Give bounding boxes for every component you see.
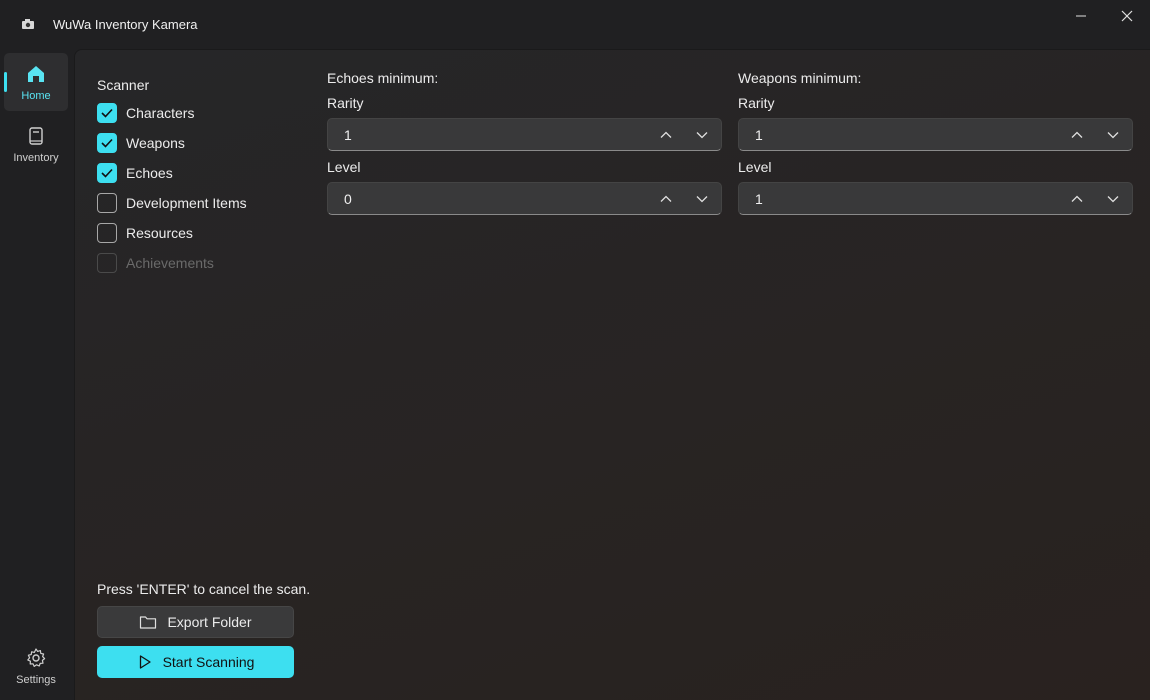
camera-icon [21,17,35,29]
weapons-level-stepper[interactable]: 1 [738,182,1133,215]
chevron-down-icon[interactable] [695,192,709,206]
checkbox-box[interactable] [97,193,117,213]
checkbox-box [97,253,117,273]
checkbox-label: Characters [126,105,195,121]
checkbox-achievements: Achievements [97,252,214,274]
close-icon [1121,10,1133,22]
export-folder-label: Export Folder [167,614,252,630]
chevron-up-icon[interactable] [659,128,673,142]
checkbox-box[interactable] [97,223,117,243]
checkbox-box[interactable] [97,103,117,123]
weapons-level-label: Level [738,159,772,175]
chevron-up-icon[interactable] [659,192,673,206]
chevron-down-icon[interactable] [1106,128,1120,142]
book-icon [29,127,43,145]
checkbox-label: Achievements [126,255,214,271]
checkbox-label: Resources [126,225,193,241]
nav-item-settings[interactable]: Settings [4,637,68,695]
weapons-rarity-stepper[interactable]: 1 [738,118,1133,151]
minimize-button[interactable] [1058,0,1104,32]
active-indicator [4,72,7,92]
checkmark-icon [101,108,113,118]
nav-item-home[interactable]: Home [4,53,68,111]
nav-item-inventory[interactable]: Inventory [4,115,68,173]
checkbox-resources[interactable]: Resources [97,222,193,244]
nav-label-settings: Settings [16,674,56,686]
checkbox-label: Development Items [126,195,247,211]
close-button[interactable] [1104,0,1150,32]
checkmark-icon [101,168,113,178]
weapons-rarity-label: Rarity [738,95,775,111]
weapons-minimum-heading: Weapons minimum: [738,70,862,86]
nav-label-home: Home [21,90,51,102]
start-scanning-label: Start Scanning [162,654,255,670]
stepper-value: 0 [344,191,352,207]
echoes-rarity-label: Rarity [327,95,364,111]
echoes-level-label: Level [327,159,361,175]
start-scanning-button[interactable]: Start Scanning [97,646,294,678]
stepper-value: 1 [344,127,352,143]
checkbox-box[interactable] [97,133,117,153]
home-icon [28,66,44,82]
chevron-down-icon[interactable] [695,128,709,142]
chevron-up-icon[interactable] [1070,192,1084,206]
checkmark-icon [101,138,113,148]
chevron-up-icon[interactable] [1070,128,1084,142]
gear-icon [27,648,46,667]
chevron-down-icon[interactable] [1106,192,1120,206]
play-icon [139,655,151,669]
sidebar-nav: Home Inventory Settings [0,48,73,700]
echoes-level-stepper[interactable]: 0 [327,182,722,215]
scanner-heading: Scanner [97,77,150,93]
stepper-value: 1 [755,191,763,207]
export-folder-button[interactable]: Export Folder [97,606,294,638]
app-window: WuWa Inventory Kamera Home Inventory Set… [0,0,1150,700]
checkbox-label: Echoes [126,165,173,181]
folder-icon [140,616,157,629]
main-content: Scanner Characters Weapons Echoes Develo… [74,49,1150,700]
checkbox-box[interactable] [97,163,117,183]
cancel-hint: Press 'ENTER' to cancel the scan. [97,581,311,597]
echoes-rarity-stepper[interactable]: 1 [327,118,722,151]
checkbox-characters[interactable]: Characters [97,102,194,124]
checkbox-echoes[interactable]: Echoes [97,162,173,184]
checkbox-label: Weapons [126,135,185,151]
nav-label-inventory: Inventory [13,152,59,164]
checkbox-development-items[interactable]: Development Items [97,192,247,214]
stepper-value: 1 [755,127,763,143]
minimize-icon [1076,15,1086,17]
checkbox-weapons[interactable]: Weapons [97,132,185,154]
title-bar[interactable]: WuWa Inventory Kamera [0,0,1150,48]
app-title: WuWa Inventory Kamera [53,17,198,32]
echoes-minimum-heading: Echoes minimum: [327,70,439,86]
